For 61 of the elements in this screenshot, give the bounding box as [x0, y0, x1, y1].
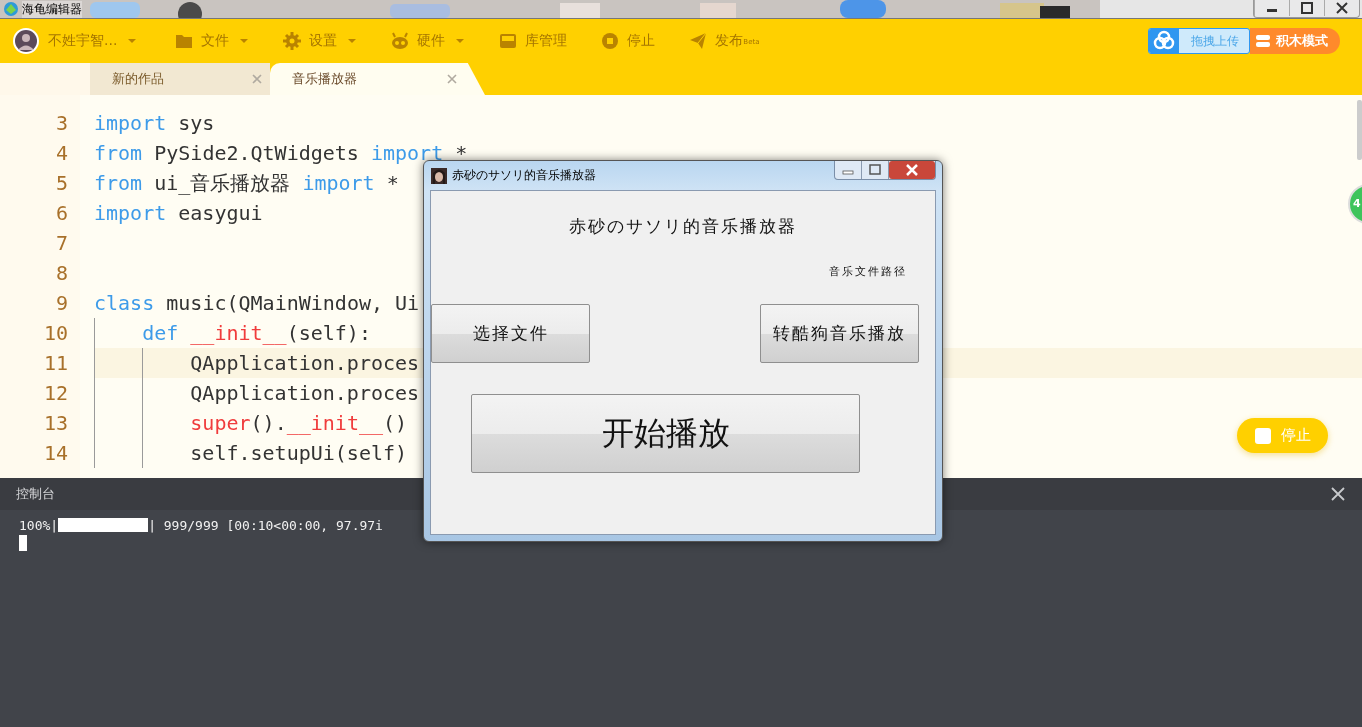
action-button[interactable]: 转酷狗音乐播放	[760, 304, 919, 363]
window-title: 海龟编辑器	[22, 0, 82, 18]
code-line: class music(QMainWindow, Ui	[94, 291, 420, 315]
user-menu[interactable]: 不姓宇智...	[12, 27, 138, 55]
line-number: 14	[42, 440, 69, 467]
upload-button[interactable]: 拖拽上传	[1148, 28, 1250, 54]
line-number: 6	[54, 200, 69, 227]
paper-plane-icon	[689, 32, 708, 50]
code-line: def __init__(self):	[141, 321, 371, 345]
code-line: from ui_音乐播放器 import *	[94, 171, 399, 195]
line-number: 10	[42, 320, 69, 347]
caret-icon	[127, 38, 138, 44]
line-number: 12	[42, 380, 69, 407]
settings-icon	[283, 32, 302, 50]
editor-tab[interactable]: 音乐播放器	[270, 63, 485, 95]
stop-button[interactable]: 停止	[1237, 418, 1328, 453]
code-line: super().__init__()	[189, 411, 408, 435]
stop-icon	[601, 32, 620, 50]
scrollbar-thumb[interactable]	[1357, 100, 1362, 160]
console-text: 100%|	[19, 517, 59, 533]
action-button[interactable]: 选择文件	[431, 304, 590, 363]
editor-tab[interactable]: 新的作品	[90, 63, 270, 95]
line-number: 9	[54, 290, 69, 317]
box-icon	[499, 32, 518, 50]
code-line: self.setupUi(self)	[189, 441, 408, 465]
floating-ball[interactable]: 4	[1348, 184, 1362, 224]
folder-icon	[175, 32, 194, 50]
close-icon[interactable]	[1331, 487, 1345, 501]
line-number: 7	[54, 230, 69, 257]
avatar-icon	[12, 27, 40, 55]
console-text: | 999/999 [00:10<00:00, 97.97i	[148, 517, 383, 533]
line-number: 4	[54, 140, 69, 167]
cloud-icon	[1149, 29, 1179, 53]
panel-title: 控制台	[16, 485, 55, 503]
line-number: 8	[54, 260, 69, 287]
line-number: 5	[54, 170, 69, 197]
robot-icon	[391, 32, 410, 50]
toolbar-button[interactable]: 文件	[175, 32, 250, 50]
line-number: 13	[42, 410, 69, 437]
play-button[interactable]: 开始播放	[471, 394, 860, 473]
window-icon	[431, 167, 447, 184]
line-number: 3	[54, 110, 69, 137]
blocks-icon	[1256, 34, 1270, 48]
code-line: QApplication.proces	[189, 351, 420, 375]
path-label: 音乐文件路径	[829, 264, 907, 279]
toolbar-button[interactable]: 硬件	[391, 32, 466, 50]
code-line: import sys	[94, 111, 215, 135]
code-line: import easygui	[94, 201, 263, 225]
stop-icon	[1254, 427, 1271, 444]
line-number: 11	[42, 350, 69, 377]
toolbar-button[interactable]: 停止	[601, 32, 656, 50]
window-title: 赤砂のサソリ的音乐播放器	[452, 167, 596, 184]
code-line: from PySide2.QtWidgets import *	[94, 141, 468, 165]
code-line: QApplication.proces	[189, 381, 420, 405]
toolbar-button[interactable]: 库管理	[499, 32, 568, 50]
toolbar-button[interactable]: 设置	[283, 32, 358, 50]
close-icon[interactable]	[889, 161, 935, 179]
app-logo-icon	[3, 1, 19, 17]
text-cursor	[19, 535, 27, 551]
mode-button[interactable]: 积木模式	[1250, 28, 1340, 54]
heading: 赤砂のサソリ的音乐播放器	[568, 215, 798, 238]
